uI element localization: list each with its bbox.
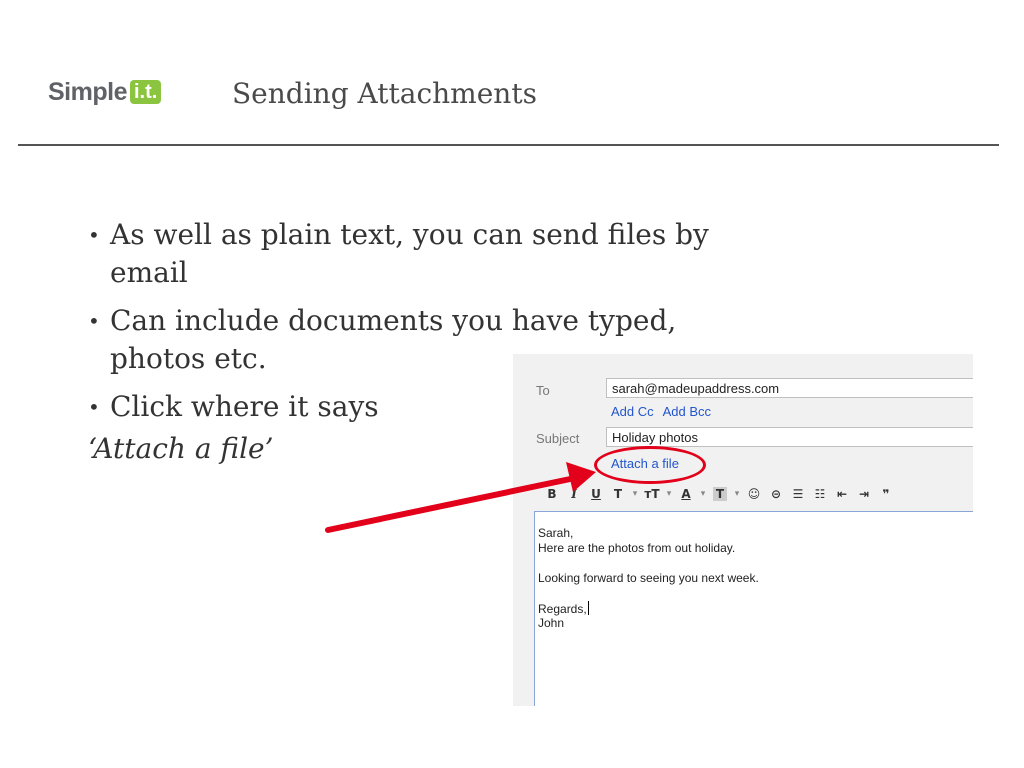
body-line-with-cursor: Regards, [538,601,973,616]
subject-label: Subject [536,431,580,446]
compose-screenshot: To sarah@madeupaddress.com Add Cc Add Bcc… [513,354,973,706]
body-line: Sarah, [538,526,574,540]
body-line [538,556,973,571]
bullet-item: • As well as plain text, you can send fi… [88,216,758,292]
bulleted-list-icon[interactable]: ☷ [809,487,831,501]
format-toolbar: B I U T ▾ ᴛT ▾ A ▾ T ▾ ☺ ⊝ ☰ ☷ ⇤ ⇥ ❞ [541,487,897,501]
outdent-icon[interactable]: ⇤ [831,487,853,501]
indent-icon[interactable]: ⇥ [853,487,875,501]
chevron-down-icon[interactable]: ▾ [697,489,709,499]
body-line: Looking forward to seeing you next week. [538,571,759,585]
simple-it-logo: Simple i.t. [48,76,162,108]
logo-badge: i.t. [129,80,162,104]
bullet-dot-icon: • [88,223,100,247]
body-line: John [538,616,565,630]
bold-icon[interactable]: B [541,487,563,501]
logo-word: Simple [48,77,127,106]
text-color-icon[interactable]: A [675,487,697,501]
chevron-down-icon[interactable]: ▾ [629,489,641,499]
body-line: Here are the photos from out holiday. [538,541,736,555]
message-body[interactable]: Sarah, Here are the photos from out holi… [534,511,973,706]
body-line: Regards, [538,602,587,616]
cc-bcc-links: Add Cc Add Bcc [611,404,720,419]
to-field[interactable]: sarah@madeupaddress.com [606,378,973,398]
highlight-icon[interactable]: T [713,487,727,501]
underline-icon[interactable]: U [585,487,607,501]
bullet-text: As well as plain text, you can send file… [110,218,709,289]
emoji-icon[interactable]: ☺ [743,487,765,501]
chevron-down-icon[interactable]: ▾ [731,489,743,499]
subject-field[interactable]: Holiday photos [606,427,973,447]
to-label: To [536,383,550,398]
font-icon[interactable]: T [607,487,629,501]
text-cursor [587,601,589,615]
chevron-down-icon[interactable]: ▾ [663,489,675,499]
highlight-circle [594,446,706,484]
bullet-dot-icon: • [88,309,100,333]
add-bcc-link[interactable]: Add Bcc [663,404,711,419]
bullet-text: Click where it says [110,390,379,423]
numbered-list-icon[interactable]: ☰ [787,487,809,501]
link-icon[interactable]: ⊝ [765,487,787,501]
title-divider [18,144,999,146]
quote-icon[interactable]: ❞ [875,487,897,501]
bullet-dot-icon: • [88,395,100,419]
font-size-icon[interactable]: ᴛT [641,487,663,501]
body-line [538,586,973,601]
add-cc-link[interactable]: Add Cc [611,404,654,419]
italic-icon[interactable]: I [563,487,585,501]
slide-title: Sending Attachments [232,77,537,110]
